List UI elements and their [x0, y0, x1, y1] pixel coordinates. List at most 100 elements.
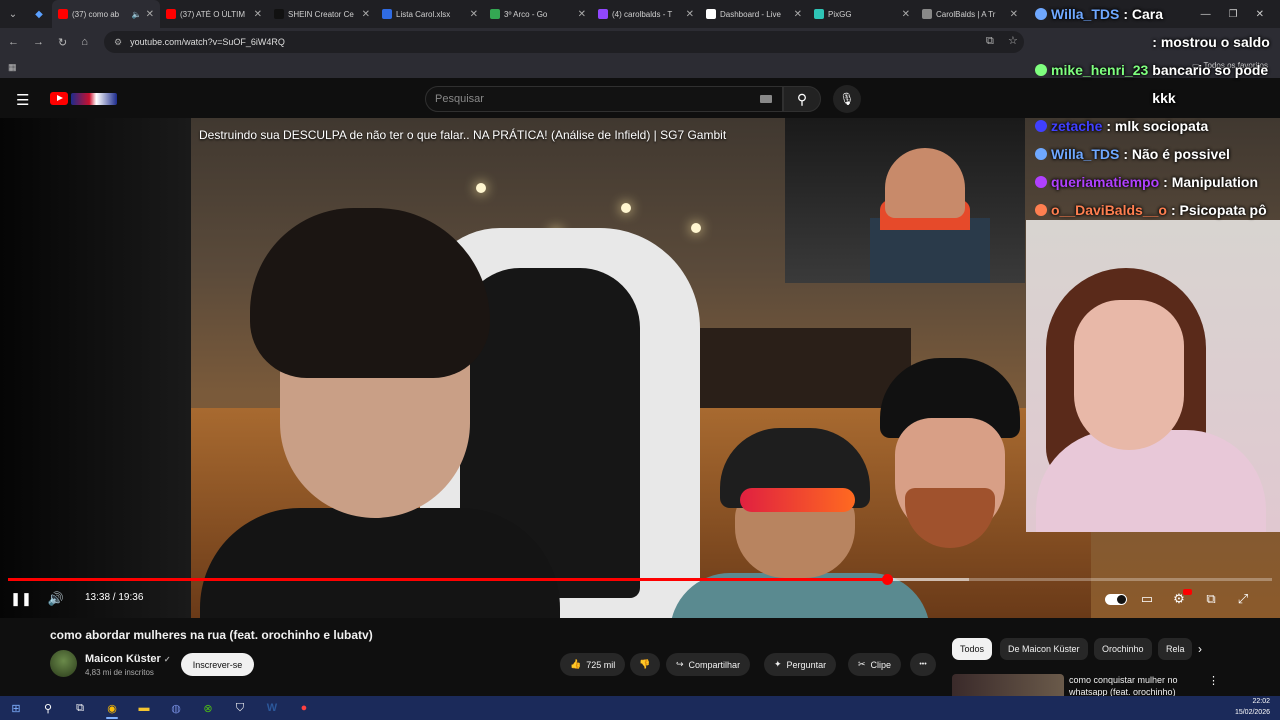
tab-favicon-icon	[598, 9, 608, 19]
home-icon[interactable]: ⌂	[81, 36, 88, 48]
tab-title: (4) carolbalds - T	[612, 9, 673, 19]
site-info-icon[interactable]: ⚙	[114, 37, 122, 48]
tab-close-icon[interactable]: ✕	[686, 9, 694, 20]
chat-username: Willa_TDS	[1051, 6, 1120, 22]
chat-username: mike_henri_23	[1051, 62, 1149, 78]
chat-message: mike_henri_23: mostrou o saldo bancario …	[1035, 28, 1280, 112]
taskbar-search-icon[interactable]: ⚲	[32, 696, 64, 720]
recommendation-menu-icon[interactable]: ⋮	[1208, 674, 1219, 687]
browser-tab[interactable]: 3º Arco - Go ✕	[484, 0, 592, 28]
browser-tab[interactable]: SHEIN Creator Ce ✕	[268, 0, 376, 28]
menu-icon[interactable]: ☰	[16, 91, 29, 109]
tab-title: CarolBalds | A Tr	[936, 9, 996, 19]
start-icon[interactable]: ⊞	[0, 696, 32, 720]
search-input[interactable]: Pesquisar	[425, 86, 783, 112]
recommendation-title[interactable]: como conquistar mulher no whatsapp (feat…	[1069, 674, 1199, 696]
tab-favicon-icon	[274, 9, 284, 19]
webcam-host	[1026, 220, 1280, 532]
tab-close-icon[interactable]: ✕	[146, 9, 154, 20]
subscribe-button[interactable]: Inscrever-se	[181, 653, 254, 676]
forward-icon[interactable]: →	[33, 36, 44, 48]
browser-tab[interactable]: (4) carolbalds - T ✕	[592, 0, 700, 28]
xbox-icon[interactable]: ⊗	[192, 696, 224, 720]
subtitles-button[interactable]: ▭	[1138, 589, 1156, 609]
chat-message: queriamatiempo: Manipulation	[1035, 168, 1280, 196]
tab-close-icon[interactable]: ✕	[578, 9, 586, 20]
progress-bar[interactable]	[8, 574, 1272, 585]
tab-favicon-icon	[58, 9, 68, 19]
chat-badge-icon	[1035, 204, 1047, 216]
pinned-tab-icon[interactable]: ◆	[26, 0, 52, 28]
video-info: como abordar mulheres na rua (feat. oroc…	[0, 618, 1280, 696]
tab-favicon-icon	[706, 9, 716, 19]
word-icon[interactable]: W	[256, 696, 288, 720]
chat-username: Willa_TDS	[1051, 146, 1120, 162]
subtitles-icon: ▭	[1140, 591, 1154, 606]
recommendation-thumbnail[interactable]	[952, 674, 1064, 696]
thumbs-down-icon: 👎	[639, 659, 651, 669]
browser-tab[interactable]: PixGG ✕	[808, 0, 916, 28]
apps-icon[interactable]: ▦	[8, 62, 17, 73]
install-icon[interactable]: ⧉	[986, 35, 994, 48]
tab-close-icon[interactable]: ✕	[470, 9, 478, 20]
fullscreen-button[interactable]: ⤢	[1234, 589, 1252, 609]
pause-button[interactable]: ❚❚	[10, 589, 32, 609]
chevron-right-icon[interactable]: ›	[1198, 642, 1202, 656]
country-flag-icon	[71, 92, 117, 105]
youtube-logo[interactable]	[50, 92, 117, 105]
chip-channel[interactable]: De Maicon Küster	[1000, 638, 1088, 660]
security-icon[interactable]: ⛉	[224, 696, 256, 720]
browser-tab[interactable]: CarolBalds | A Tr ✕	[916, 0, 1024, 28]
reload-icon[interactable]: ↻	[58, 36, 67, 49]
tab-close-icon[interactable]: ✕	[794, 9, 802, 20]
chat-message: Willa_TDS: Não é possivel	[1035, 140, 1280, 168]
pause-icon: ❚❚	[10, 591, 32, 606]
voice-search-button[interactable]: 🎙	[833, 85, 861, 113]
tab-close-icon[interactable]: ✕	[902, 9, 910, 20]
like-button[interactable]: 👍 725 mil	[560, 653, 626, 676]
tab-close-icon[interactable]: ✕	[254, 9, 262, 20]
streamer-main	[200, 208, 560, 618]
chip-related[interactable]: Rela	[1158, 638, 1192, 660]
browser-tab[interactable]: Dashboard - Live ✕	[700, 0, 808, 28]
tab-search-icon[interactable]: ⌄	[0, 0, 26, 28]
toggle-icon	[1105, 593, 1127, 605]
volume-button[interactable]: 🔊	[46, 589, 66, 609]
more-actions-button[interactable]: •••	[910, 653, 936, 676]
search-button[interactable]: ⚲	[783, 86, 821, 112]
tab-close-icon[interactable]: ✕	[1010, 9, 1018, 20]
chip-orochinho[interactable]: Orochinho	[1094, 638, 1152, 660]
browser-tab[interactable]: (37) como ab 🔈 ✕	[52, 0, 160, 28]
clip-button[interactable]: ✂ Clipe	[848, 653, 902, 676]
keyboard-icon[interactable]	[760, 95, 772, 103]
chat-badge-icon	[1035, 148, 1047, 160]
discord-icon[interactable]: ◍	[160, 696, 192, 720]
obs-icon[interactable]: ●	[288, 696, 320, 720]
task-view-icon[interactable]: ⧉	[64, 696, 96, 720]
ask-button[interactable]: ✦ Perguntar	[764, 653, 837, 676]
share-button[interactable]: ↪ Compartilhar	[666, 653, 751, 676]
chip-all[interactable]: Todos	[952, 638, 993, 660]
bookmark-star-icon[interactable]: ☆	[1008, 34, 1018, 47]
autoplay-toggle[interactable]	[1104, 589, 1128, 609]
stream-chat-overlay: Willa_TDS: Cara mike_henri_23: mostrou o …	[1035, 0, 1280, 218]
url-field[interactable]: ⚙ youtube.com/watch?v=SuOF_6iW4RQ	[104, 31, 1024, 53]
channel-avatar[interactable]	[50, 650, 77, 677]
channel-name[interactable]: Maicon Küster ✓	[85, 653, 171, 665]
back-icon[interactable]: ←	[8, 36, 19, 48]
dislike-button[interactable]: 👎	[630, 653, 660, 676]
chrome-icon[interactable]: ◉	[96, 696, 128, 720]
miniplayer-button[interactable]: ⧉	[1202, 589, 1220, 609]
tab-close-icon[interactable]: ✕	[362, 9, 370, 20]
share-icon: ↪	[676, 659, 684, 669]
fullscreen-icon: ⤢	[1237, 591, 1249, 606]
chat-username: zetache	[1051, 118, 1103, 134]
browser-tab[interactable]: Lista Carol.xlsx ✕	[376, 0, 484, 28]
file-explorer-icon[interactable]: ▬	[128, 696, 160, 720]
tab-audio-icon[interactable]: 🔈	[132, 10, 142, 19]
system-clock[interactable]: 22:02 15/02/2026	[1235, 696, 1270, 718]
chat-text: : Manipulation	[1163, 174, 1259, 190]
settings-button[interactable]: ⚙	[1170, 589, 1192, 609]
browser-tab[interactable]: (37) ATÉ O ÚLTIM ✕	[160, 0, 268, 28]
chat-message: zetache: mlk sociopata	[1035, 112, 1280, 140]
